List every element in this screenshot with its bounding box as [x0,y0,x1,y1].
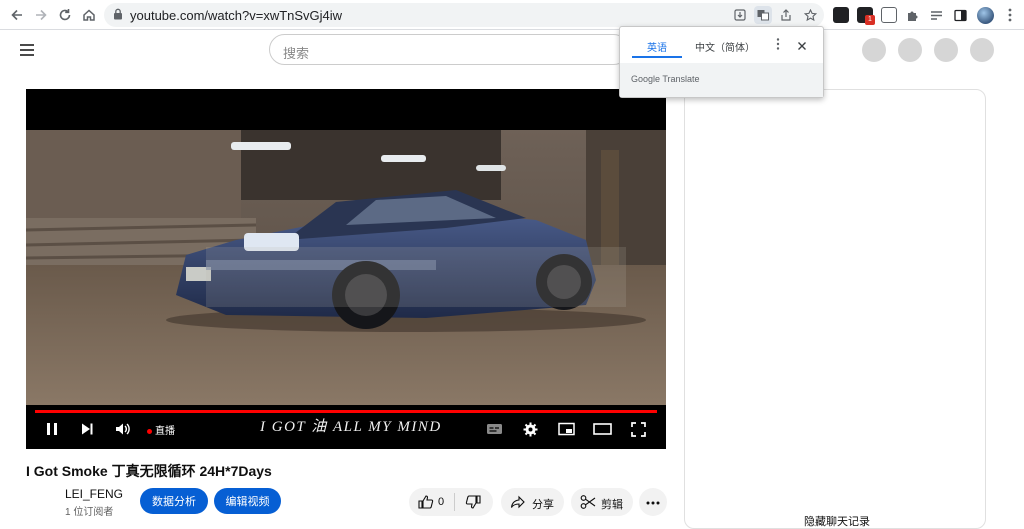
fullscreen-icon[interactable] [631,422,646,442]
analytics-button[interactable]: 数据分析 [140,488,208,514]
clip-label: 剪辑 [601,499,623,511]
video-frame [26,130,666,405]
live-indicator[interactable]: 直播 [147,423,175,441]
lyric-caption: I GOT 油 ALL MY MIND [260,419,442,435]
thumb-up-icon[interactable] [418,494,434,513]
translate-icon[interactable] [754,6,772,24]
extension-badge: 1 [865,15,875,25]
home-icon[interactable] [79,5,99,25]
install-icon[interactable] [731,6,749,24]
forward-icon[interactable] [31,5,51,25]
avatar[interactable] [970,38,994,62]
volume-icon[interactable] [115,422,131,441]
divider [454,493,455,511]
search-placeholder: 搜索 [283,46,310,61]
browser-toolbar: youtube.com/watch?v=xwTnSvGj4iw 1 [0,0,1024,30]
notifications-button[interactable] [898,38,922,62]
share-label: 分享 [532,499,554,511]
live-chat-panel [684,89,986,529]
menu-icon[interactable] [1000,5,1020,25]
settings-icon[interactable] [523,422,538,442]
close-icon[interactable] [797,38,807,56]
extension-c-icon[interactable] [881,7,897,23]
pause-icon[interactable] [45,422,59,441]
google-translate-brand: Google Translate [631,74,700,84]
more-icon [646,496,660,508]
like-dislike-group: 0 [409,488,493,516]
theater-icon[interactable] [593,422,612,441]
translate-tabs: 英语 中文（简体） [620,27,825,63]
extension-b-icon[interactable]: 1 [857,7,875,25]
sidebar-icon[interactable] [950,5,970,25]
url-text[interactable]: youtube.com/watch?v=xwTnSvGj4iw [130,8,342,23]
extension-a-icon[interactable] [833,7,849,23]
share-arrow-icon [510,494,526,513]
translate-footer: Google Translate [620,63,823,97]
reading-list-icon[interactable] [926,5,946,25]
search-input[interactable]: 搜索 [269,34,629,65]
share-icon[interactable] [777,6,795,24]
translate-popup: 英语 中文（简体） Google Translate [619,26,824,98]
like-count: 0 [438,496,445,508]
puzzle-icon[interactable] [902,5,922,25]
profile-icon[interactable] [975,5,995,25]
channel-avatar[interactable] [26,486,58,518]
edit-video-button[interactable]: 编辑视频 [214,488,281,514]
next-icon[interactable] [80,422,94,441]
player-controls: 直播 I GOT 油 ALL MY MIND [26,405,666,449]
progress-bar[interactable] [35,410,657,413]
video-title: I Got Smoke 丁真无限循环 24H*7Days [26,463,272,479]
youtube-header: 搜索 [0,30,1024,70]
star-icon[interactable] [801,6,819,24]
thumb-down-icon[interactable] [465,494,481,513]
subscriber-count: 1 位订阅者 [65,507,114,518]
hide-chat-text[interactable]: 隐藏聊天记录 [804,513,870,529]
share-button[interactable]: 分享 [501,488,564,516]
more-actions-button[interactable] [639,488,667,516]
back-icon[interactable] [7,5,27,25]
active-tab-indicator [632,56,682,58]
miniplayer-icon[interactable] [558,422,575,441]
video-player[interactable]: 直播 I GOT 油 ALL MY MIND [26,89,666,449]
hamburger-icon[interactable] [19,43,35,57]
subtitles-icon[interactable] [486,422,503,441]
address-bar[interactable]: youtube.com/watch?v=xwTnSvGj4iw [104,3,824,27]
live-label: 直播 [155,426,175,437]
channel-name[interactable]: LEI_FENG [65,487,123,501]
scissors-icon [580,494,596,513]
reload-icon[interactable] [55,5,75,25]
clip-button[interactable]: 剪辑 [571,488,633,516]
tab-target-language[interactable]: 中文（简体） [695,39,755,54]
translate-options-icon[interactable] [776,37,780,56]
create-button[interactable] [862,38,886,62]
tab-source-language[interactable]: 英语 [647,39,667,54]
apps-button[interactable] [934,38,958,62]
lock-icon[interactable] [113,8,123,20]
